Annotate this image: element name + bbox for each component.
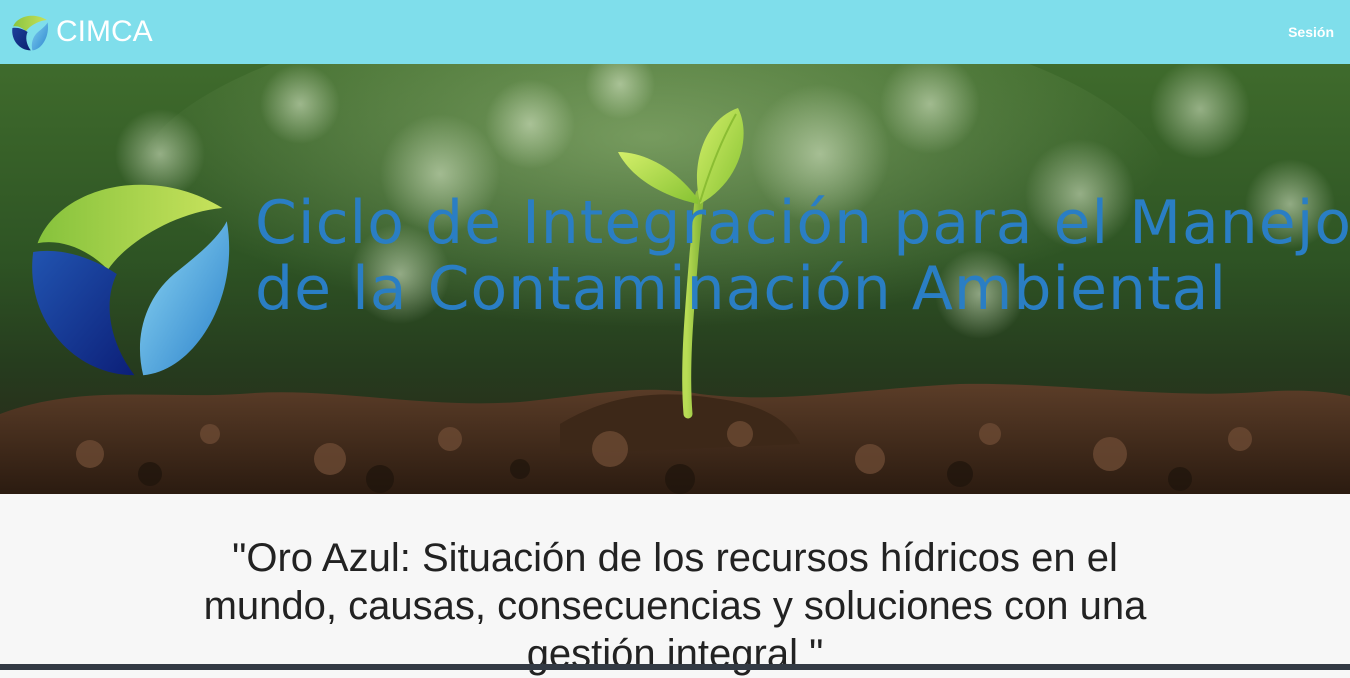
hero-title-line-1: Ciclo de Integración para el Manejo: [255, 188, 1350, 258]
session-link[interactable]: Sesión: [1288, 24, 1334, 40]
brand-link[interactable]: CIMCA: [10, 12, 153, 52]
cimca-logo-icon: [12, 15, 49, 51]
top-navbar: CIMCA Sesión: [0, 0, 1350, 64]
hero-title-line-2: de la Contaminación Ambiental: [255, 254, 1228, 324]
hero-banner: Ciclo de Integración para el Manejo de l…: [0, 64, 1350, 494]
brand-name: CIMCA: [56, 15, 153, 48]
talk-title: "Oro Azul: Situación de los recursos híd…: [203, 536, 1147, 676]
hero-title: Ciclo de Integración para el Manejo de l…: [255, 190, 1350, 322]
main-content: "Oro Azul: Situación de los recursos híd…: [0, 494, 1350, 676]
bottom-bar: [0, 664, 1350, 670]
